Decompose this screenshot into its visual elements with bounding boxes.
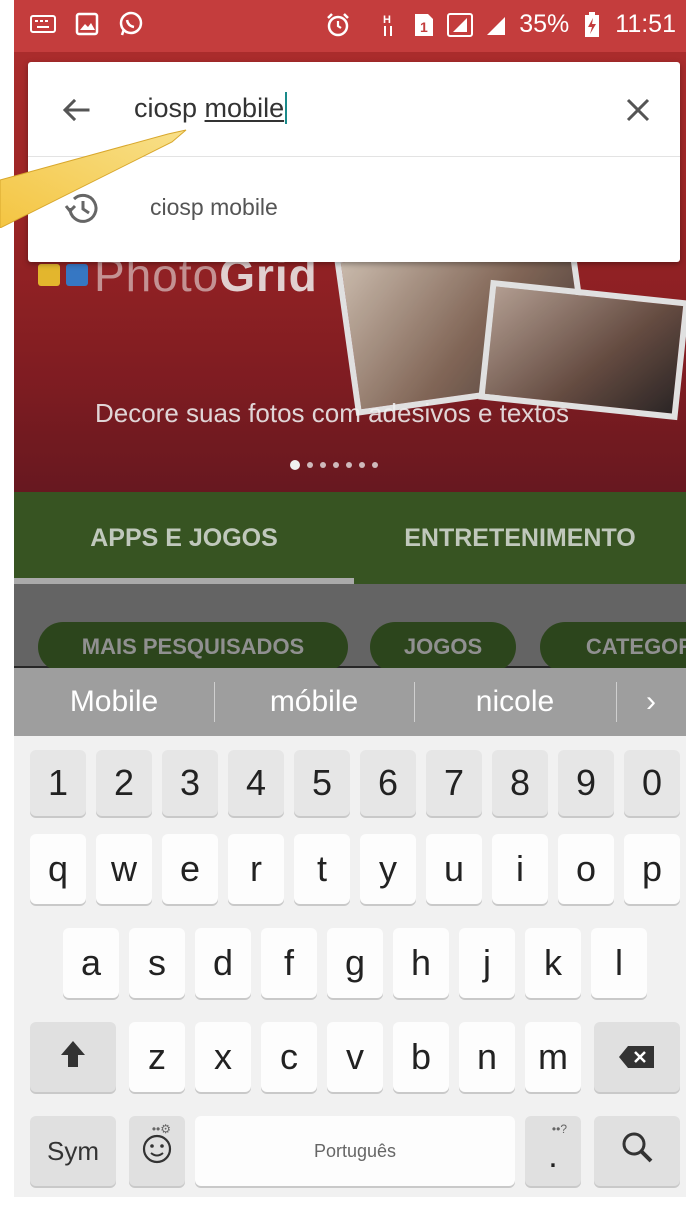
key-4[interactable]: 4 bbox=[228, 750, 284, 816]
key-6[interactable]: 6 bbox=[360, 750, 416, 816]
clock: 11:51 bbox=[615, 10, 676, 38]
more-suggestions-chevron-icon[interactable]: › bbox=[616, 668, 686, 736]
key-u[interactable]: u bbox=[426, 834, 482, 904]
key-s[interactable]: s bbox=[129, 928, 185, 998]
key-l[interactable]: l bbox=[591, 928, 647, 998]
period-key[interactable]: ••? . bbox=[525, 1116, 581, 1186]
image-icon bbox=[74, 11, 100, 37]
backspace-icon bbox=[618, 1036, 656, 1078]
key-h[interactable]: h bbox=[393, 928, 449, 998]
search-key[interactable] bbox=[594, 1116, 680, 1186]
shift-arrow-icon bbox=[59, 1036, 87, 1078]
text-caret bbox=[285, 92, 288, 124]
sym-key[interactable]: Sym bbox=[30, 1116, 116, 1186]
key-d[interactable]: d bbox=[195, 928, 251, 998]
backspace-key[interactable] bbox=[594, 1022, 680, 1092]
emoji-key-hint: ••⚙ bbox=[151, 1122, 171, 1136]
search-query-text: ciosp bbox=[134, 92, 205, 123]
key-2[interactable]: 2 bbox=[96, 750, 152, 816]
back-arrow-icon[interactable] bbox=[54, 88, 98, 132]
close-icon[interactable] bbox=[616, 88, 660, 132]
svg-text:H: H bbox=[383, 14, 391, 26]
search-icon bbox=[620, 1130, 654, 1173]
key-i[interactable]: i bbox=[492, 834, 548, 904]
word-suggestion[interactable]: nicole bbox=[414, 668, 616, 736]
period-key-hint: ••? bbox=[551, 1122, 567, 1136]
whatsapp-icon bbox=[118, 11, 144, 37]
key-g[interactable]: g bbox=[327, 928, 383, 998]
key-3[interactable]: 3 bbox=[162, 750, 218, 816]
key-z[interactable]: z bbox=[129, 1022, 185, 1092]
space-key[interactable]: Português bbox=[195, 1116, 515, 1186]
period-label: . bbox=[548, 1136, 558, 1175]
search-input[interactable]: ciosp mobile bbox=[134, 92, 288, 124]
word-suggestion[interactable]: móbile bbox=[214, 668, 414, 736]
shift-key[interactable] bbox=[30, 1022, 116, 1092]
screen-edge bbox=[0, 0, 14, 460]
key-q[interactable]: q bbox=[30, 834, 86, 904]
key-w[interactable]: w bbox=[96, 834, 152, 904]
data-activity-icon: H bbox=[375, 12, 401, 38]
key-p[interactable]: p bbox=[624, 834, 680, 904]
key-c[interactable]: c bbox=[261, 1022, 317, 1092]
key-t[interactable]: t bbox=[294, 834, 350, 904]
key-7[interactable]: 7 bbox=[426, 750, 482, 816]
key-e[interactable]: e bbox=[162, 834, 218, 904]
signal-bars-icon bbox=[483, 12, 509, 38]
battery-charging-icon bbox=[579, 11, 605, 38]
search-query-composing: mobile bbox=[204, 92, 285, 123]
key-o[interactable]: o bbox=[558, 834, 614, 904]
key-m[interactable]: m bbox=[525, 1022, 581, 1092]
alarm-icon bbox=[325, 12, 351, 38]
emoji-key[interactable]: ••⚙ bbox=[129, 1116, 185, 1186]
key-9[interactable]: 9 bbox=[558, 750, 614, 816]
key-r[interactable]: r bbox=[228, 834, 284, 904]
key-1[interactable]: 1 bbox=[30, 750, 86, 816]
annotation-arrow bbox=[0, 128, 190, 229]
svg-text:1: 1 bbox=[420, 19, 428, 35]
key-f[interactable]: f bbox=[261, 928, 317, 998]
key-n[interactable]: n bbox=[459, 1022, 515, 1092]
word-suggestion[interactable]: Mobile bbox=[14, 668, 214, 736]
key-a[interactable]: a bbox=[63, 928, 119, 998]
key-v[interactable]: v bbox=[327, 1022, 383, 1092]
keyboard-icon bbox=[30, 11, 56, 37]
status-bar: H 1 35% 11:51 bbox=[14, 0, 686, 52]
key-b[interactable]: b bbox=[393, 1022, 449, 1092]
key-y[interactable]: y bbox=[360, 834, 416, 904]
key-x[interactable]: x bbox=[195, 1022, 251, 1092]
battery-percent: 35% bbox=[519, 10, 570, 38]
sim-icon: 1 bbox=[411, 12, 437, 38]
key-k[interactable]: k bbox=[525, 928, 581, 998]
on-screen-keyboard: Mobile móbile nicole › 1 2 3 4 5 6 7 8 9… bbox=[14, 668, 686, 1197]
key-5[interactable]: 5 bbox=[294, 750, 350, 816]
key-0[interactable]: 0 bbox=[624, 750, 680, 816]
word-suggestion-bar: Mobile móbile nicole › bbox=[14, 668, 686, 736]
key-j[interactable]: j bbox=[459, 928, 515, 998]
key-8[interactable]: 8 bbox=[492, 750, 548, 816]
signal-icon bbox=[447, 12, 474, 38]
